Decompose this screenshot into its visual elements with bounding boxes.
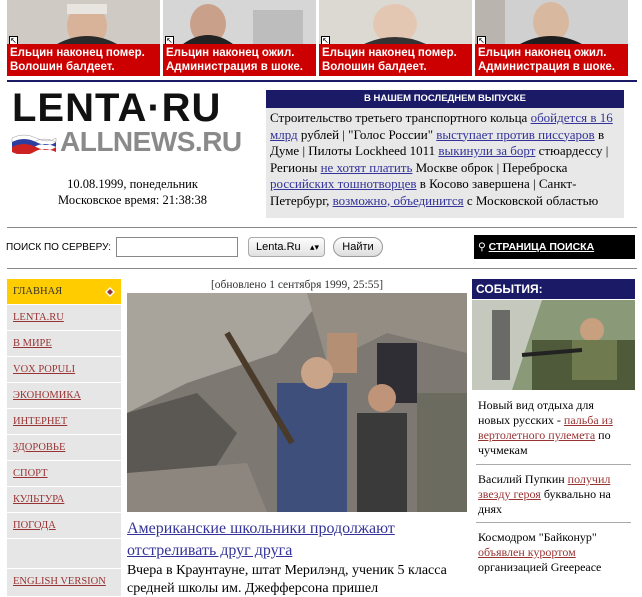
latest-link[interactable]: выкинули за борт — [438, 143, 535, 158]
search-scope-select[interactable]: Lenta.Ru ▴▾ — [248, 237, 325, 257]
banner-4[interactable]: ↖ Ельцин наконец ожил. Администрация в шо… — [475, 0, 628, 76]
main-story-photo[interactable] — [127, 293, 467, 512]
nav-item-lenta[interactable]: LENTA.RU — [7, 305, 121, 331]
allnews-logo[interactable]: ALLNEWS.RU — [60, 126, 242, 158]
main-story-text: Вчера в Краунтауне, штат Мерилэнд, учени… — [127, 563, 447, 596]
nav-item-sport[interactable]: СПОРТ — [7, 461, 121, 487]
events-photo[interactable] — [472, 300, 635, 390]
nav-item-home[interactable]: ГЛАВНАЯ — [7, 279, 121, 305]
latest-header: В НАШЕМ ПОСЛЕДНЕМ ВЫПУСКЕ — [266, 90, 624, 108]
latest-body: Строительство третьего транспортного кол… — [266, 108, 624, 218]
events-header: СОБЫТИЯ: — [472, 279, 635, 299]
nav-item-world[interactable]: В МИРЕ — [7, 331, 121, 357]
banner-photo — [7, 0, 160, 44]
event-link[interactable]: объявлен курортом — [478, 545, 576, 559]
nav-item-weather[interactable]: ПОГОДА — [7, 513, 121, 539]
nav-item-health[interactable]: ЗДОРОВЬЕ — [7, 435, 121, 461]
diamond-icon — [105, 287, 115, 297]
date-time: 10.08.1999, понедельник Московское время… — [0, 176, 265, 208]
event-item: Новый вид отдыха для новых русских - пал… — [478, 398, 613, 457]
divider — [476, 522, 631, 523]
latest-link[interactable]: не хотят платить — [321, 160, 413, 175]
nav-item-internet[interactable]: ИНТЕРНЕТ — [7, 409, 121, 435]
banner-caption: Ельцин наконец помер. Волошин балдеет. — [319, 44, 472, 76]
time-line: Московское время: 21:38:38 — [58, 193, 207, 207]
banner-3[interactable]: ↖ Ельцин наконец помер. Волошин балдеет. — [319, 0, 472, 76]
banner-caption: Ельцин наконец помер. Волошин балдеет. — [7, 44, 160, 76]
search-input[interactable] — [116, 237, 238, 257]
banner-1[interactable]: ↖ Ельцин наконец помер. Волошин балдеет. — [7, 0, 160, 76]
divider — [7, 227, 637, 228]
latest-link[interactable]: выступает против писсуаров — [436, 127, 594, 142]
search-button[interactable]: Найти — [333, 237, 383, 257]
lenta-logo[interactable]: LENTA·RU — [12, 86, 221, 130]
banner-photo — [163, 0, 316, 44]
divider — [7, 268, 637, 269]
divider — [7, 80, 637, 82]
divider — [476, 464, 631, 465]
search-page-link[interactable]: ⚲ СТРАНИЦА ПОИСКА — [474, 235, 635, 259]
event-item: Василий Пупкин получил звезду героя букв… — [478, 472, 611, 516]
date-line: 10.08.1999, понедельник — [67, 177, 198, 191]
nav-item-culture[interactable]: КУЛЬТУРА — [7, 487, 121, 513]
event-item: Космодром "Байконур" объявлен курортом о… — [478, 530, 602, 574]
banner-caption: Ельцин наконец ожил. Администрация в шоке… — [163, 44, 316, 76]
latest-link[interactable]: российских тошнотворцев — [270, 176, 416, 191]
updated-timestamp: [обновлено 1 сентября 1999, 25:55] — [210, 279, 384, 291]
chevron-updown-icon: ▴▾ — [309, 242, 319, 252]
banner-photo — [319, 0, 472, 44]
main-story-title[interactable]: Американские школьники продолжают отстре… — [127, 518, 467, 562]
search-label: ПОИСК ПО СЕРВЕРУ: — [6, 242, 111, 253]
banner-caption: Ельцин наконец ожил. Администрация в шоке… — [475, 44, 628, 76]
latest-link[interactable]: возможно, объединится — [333, 193, 464, 208]
nav-item-english[interactable]: ENGLISH VERSION — [7, 569, 121, 597]
search-icon: ⚲ — [478, 241, 486, 253]
flag-icon — [11, 134, 57, 154]
banner-photo — [475, 0, 628, 44]
banner-2[interactable]: ↖ Ельцин наконец ожил. Администрация в шо… — [163, 0, 316, 76]
nav-item-vox-populi[interactable]: VOX POPULI — [7, 357, 121, 383]
nav-spacer — [7, 539, 121, 569]
nav-item-economy[interactable]: ЭКОНОМИКА — [7, 383, 121, 409]
